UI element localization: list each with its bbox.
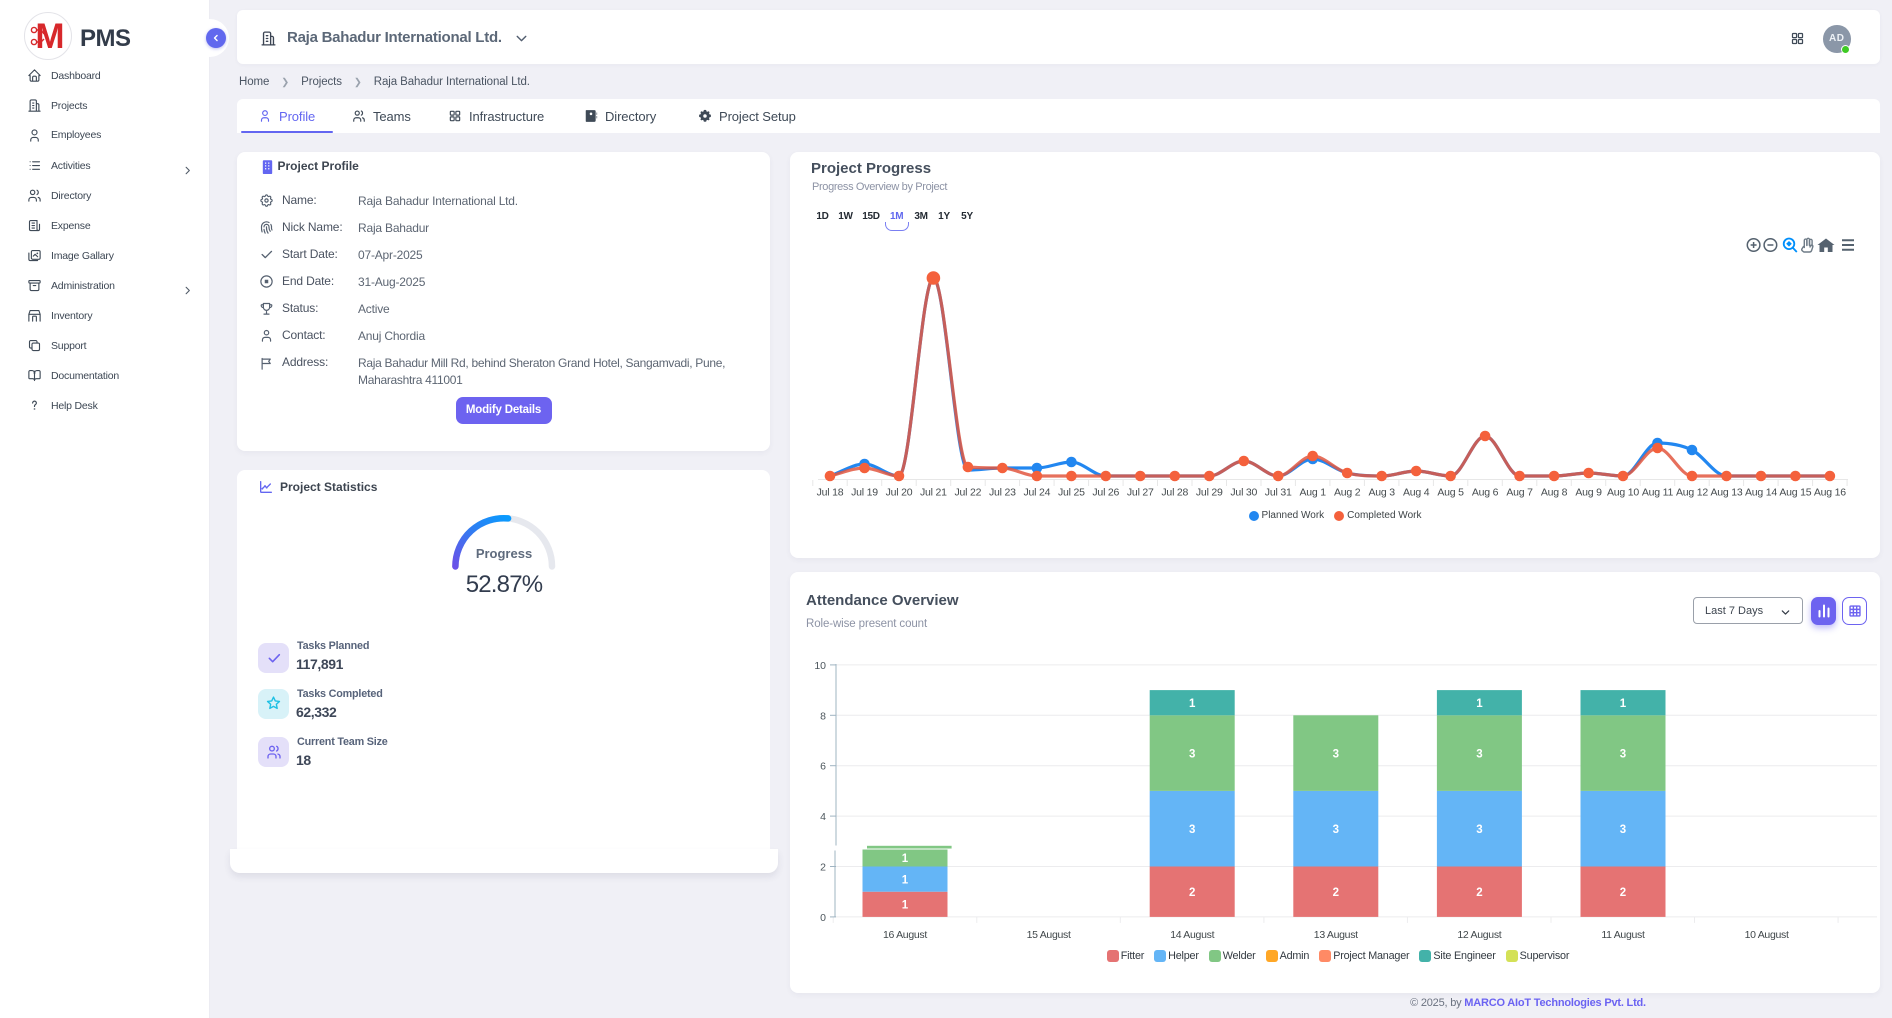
- svg-text:Jul 19: Jul 19: [851, 487, 878, 499]
- svg-text:Aug 12: Aug 12: [1676, 487, 1708, 499]
- svg-text:Jul 31: Jul 31: [1265, 487, 1292, 499]
- svg-text:Aug 6: Aug 6: [1472, 487, 1499, 499]
- svg-text:2: 2: [820, 862, 826, 874]
- svg-text:4: 4: [820, 811, 826, 823]
- svg-text:3: 3: [1620, 748, 1626, 760]
- svg-text:0: 0: [820, 912, 826, 924]
- svg-text:PMS: PMS: [80, 25, 131, 52]
- svg-text:Jul 28: Jul 28: [1161, 487, 1188, 499]
- svg-text:Jul 27: Jul 27: [1127, 487, 1154, 499]
- svg-text:Aug 7: Aug 7: [1506, 487, 1533, 499]
- svg-text:15 August: 15 August: [1027, 929, 1071, 941]
- svg-text:Jul 23: Jul 23: [989, 487, 1016, 499]
- svg-text:Aug 4: Aug 4: [1403, 487, 1430, 499]
- svg-text:8: 8: [820, 710, 826, 722]
- svg-text:1: 1: [902, 853, 909, 865]
- svg-text:1: 1: [1620, 698, 1627, 710]
- svg-text:Aug 11: Aug 11: [1642, 487, 1674, 499]
- svg-text:1: 1: [902, 900, 909, 912]
- svg-text:10: 10: [814, 660, 826, 672]
- svg-text:Aug 5: Aug 5: [1437, 487, 1464, 499]
- svg-text:16 August: 16 August: [883, 929, 927, 941]
- svg-text:10 August: 10 August: [1745, 929, 1789, 941]
- svg-text:11 August: 11 August: [1601, 929, 1645, 941]
- svg-text:1: 1: [1476, 698, 1483, 710]
- svg-text:Aug 14: Aug 14: [1745, 487, 1777, 499]
- svg-text:3: 3: [1189, 824, 1195, 836]
- svg-text:3: 3: [1189, 748, 1195, 760]
- svg-text:Jul 29: Jul 29: [1196, 487, 1223, 499]
- svg-text:Jul 30: Jul 30: [1230, 487, 1257, 499]
- svg-text:Jul 18: Jul 18: [817, 487, 844, 499]
- svg-text:3: 3: [1620, 824, 1626, 836]
- svg-text:14 August: 14 August: [1170, 929, 1214, 941]
- svg-text:Aug 8: Aug 8: [1541, 487, 1568, 499]
- svg-text:Jul 22: Jul 22: [954, 487, 981, 499]
- svg-text:Aug 13: Aug 13: [1710, 487, 1742, 499]
- svg-text:M: M: [35, 17, 64, 56]
- svg-text:Aug 3: Aug 3: [1368, 487, 1395, 499]
- svg-text:2: 2: [1333, 887, 1339, 899]
- svg-text:Aug 9: Aug 9: [1575, 487, 1602, 499]
- svg-text:Jul 26: Jul 26: [1092, 487, 1119, 499]
- svg-text:Aug 1: Aug 1: [1299, 487, 1326, 499]
- svg-text:2: 2: [1189, 887, 1195, 899]
- svg-text:3: 3: [1476, 748, 1482, 760]
- svg-text:2: 2: [1620, 887, 1626, 899]
- svg-text:Aug 10: Aug 10: [1607, 487, 1639, 499]
- svg-text:Aug 2: Aug 2: [1334, 487, 1361, 499]
- svg-text:3: 3: [1333, 824, 1339, 836]
- svg-text:12 August: 12 August: [1457, 929, 1501, 941]
- svg-text:Jul 24: Jul 24: [1023, 487, 1050, 499]
- svg-text:3: 3: [1476, 824, 1482, 836]
- svg-text:1: 1: [902, 874, 909, 886]
- svg-text:Jul 21: Jul 21: [920, 487, 947, 499]
- svg-text:1: 1: [1189, 698, 1196, 710]
- svg-text:3: 3: [1333, 748, 1339, 760]
- svg-text:Jul 25: Jul 25: [1058, 487, 1085, 499]
- svg-text:13 August: 13 August: [1314, 929, 1358, 941]
- svg-text:6: 6: [820, 761, 826, 773]
- svg-text:2: 2: [1476, 887, 1482, 899]
- svg-text:Aug 16: Aug 16: [1814, 487, 1846, 499]
- svg-text:Aug 15: Aug 15: [1779, 487, 1811, 499]
- svg-text:Jul 20: Jul 20: [886, 487, 913, 499]
